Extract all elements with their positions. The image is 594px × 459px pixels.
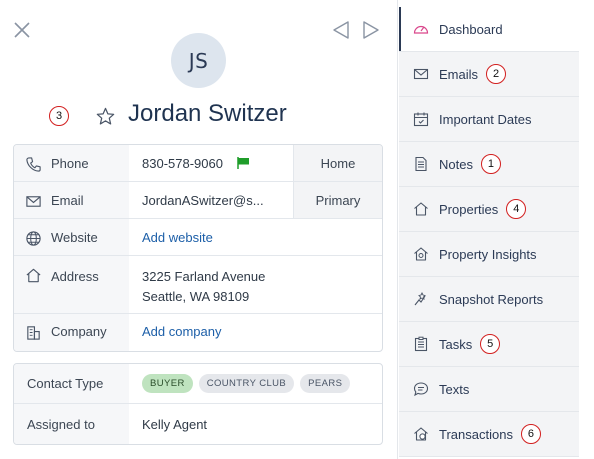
avatar: JS [171, 33, 226, 88]
email-value[interactable]: JordanASwitzer@s... [142, 193, 264, 208]
calendar-icon [413, 112, 429, 127]
sidebar-item-label: Transactions [439, 426, 513, 442]
address-label: Address [51, 269, 99, 284]
flag-icon[interactable] [236, 157, 250, 169]
home-icon [26, 268, 41, 283]
sidebar-item-important-dates[interactable]: Important Dates [399, 97, 579, 142]
mail-icon [413, 68, 429, 80]
building-icon [27, 326, 40, 340]
sidebar-item-snapshot-reports[interactable]: Snapshot Reports [399, 277, 579, 322]
phone-row: Phone 830-578-9060 Home [14, 145, 382, 182]
annotation-badge: 1 [480, 154, 501, 174]
phone-value[interactable]: 830-578-9060 [142, 156, 223, 171]
sidebar-item-texts[interactable]: Texts [399, 367, 579, 412]
annotation-badge: 5 [480, 334, 501, 354]
next-arrow-icon[interactable] [362, 20, 380, 40]
phone-label: Phone [51, 156, 89, 171]
address-row: Address 3225 Farland Avenue Seattle, WA … [14, 256, 382, 314]
sidebar-item-tasks[interactable]: Tasks 5 [399, 322, 579, 367]
sidebar-divider [397, 0, 398, 459]
contact-meta-card: Contact Type BUYER COUNTRY CLUB PEARS As… [13, 363, 383, 445]
sidebar-item-label: Properties [439, 201, 499, 217]
assigned-to-row: Assigned to Kelly Agent [14, 404, 382, 444]
tasks-icon [414, 336, 428, 352]
address-value[interactable]: 3225 Farland Avenue Seattle, WA 98109 [129, 256, 382, 313]
sidebar-item-label: Notes [439, 156, 473, 172]
sidebar-item-property-insights[interactable]: Property Insights [399, 232, 579, 277]
previous-arrow-icon[interactable] [332, 20, 350, 40]
phone-type[interactable]: Home [293, 145, 382, 181]
sidebar-item-label: Dashboard [439, 21, 503, 37]
website-row: Website Add website [14, 219, 382, 256]
sidebar-item-properties[interactable]: Properties 4 [399, 187, 579, 232]
contact-details-card: Phone 830-578-9060 Home Email JordanASwi… [13, 144, 383, 352]
assigned-to-label: Assigned to [14, 404, 129, 444]
email-row: Email JordanASwitzer@s... Primary [14, 182, 382, 219]
website-label: Website [51, 230, 98, 245]
sidebar: Dashboard Emails 2 Important Dates Notes… [399, 7, 579, 457]
annotation-badge: 4 [506, 199, 527, 219]
home-insight-icon [414, 247, 428, 261]
address-line-1: 3225 Farland Avenue [142, 269, 266, 284]
tag-chip[interactable]: BUYER [142, 374, 193, 393]
globe-icon [26, 231, 41, 246]
sidebar-item-label: Texts [439, 381, 470, 397]
annotation-badge: 6 [520, 424, 541, 444]
sidebar-item-transactions[interactable]: Transactions 6 [399, 412, 579, 457]
transaction-icon [414, 427, 428, 441]
sidebar-item-notes[interactable]: Notes 1 [399, 142, 579, 187]
contact-type-tags: BUYER COUNTRY CLUB PEARS [129, 364, 382, 403]
note-icon [415, 156, 427, 172]
phone-icon [26, 157, 41, 172]
address-line-2: Seattle, WA 98109 [142, 289, 250, 304]
close-icon[interactable] [13, 21, 31, 39]
chat-icon [413, 382, 429, 397]
sidebar-item-label: Snapshot Reports [439, 291, 544, 307]
star-icon[interactable] [96, 107, 115, 126]
company-label: Company [51, 324, 107, 339]
tag-chip[interactable]: PEARS [300, 374, 351, 393]
add-company-link[interactable]: Add company [142, 324, 222, 339]
home-icon [414, 202, 428, 216]
contact-type-row: Contact Type BUYER COUNTRY CLUB PEARS [14, 364, 382, 404]
add-website-link[interactable]: Add website [142, 230, 213, 245]
contact-type-label: Contact Type [14, 364, 129, 403]
snapshot-icon [414, 291, 426, 306]
assigned-to-value[interactable]: Kelly Agent [142, 417, 207, 432]
sidebar-item-label: Important Dates [439, 111, 532, 127]
mail-icon [26, 196, 41, 207]
dashboard-icon [413, 25, 429, 34]
sidebar-item-dashboard[interactable]: Dashboard [399, 7, 579, 52]
email-type[interactable]: Primary [293, 182, 382, 218]
record-navigation [332, 20, 380, 40]
contact-name: Jordan Switzer [128, 100, 287, 127]
company-row: Company Add company [14, 314, 382, 351]
email-label: Email [51, 193, 84, 208]
sidebar-item-emails[interactable]: Emails 2 [399, 52, 579, 97]
annotation-badge: 3 [49, 106, 69, 126]
sidebar-item-label: Tasks [439, 336, 473, 352]
tag-chip[interactable]: COUNTRY CLUB [198, 374, 295, 393]
sidebar-item-label: Emails [439, 66, 479, 82]
annotation-badge: 2 [486, 64, 507, 84]
sidebar-item-label: Property Insights [439, 246, 537, 262]
